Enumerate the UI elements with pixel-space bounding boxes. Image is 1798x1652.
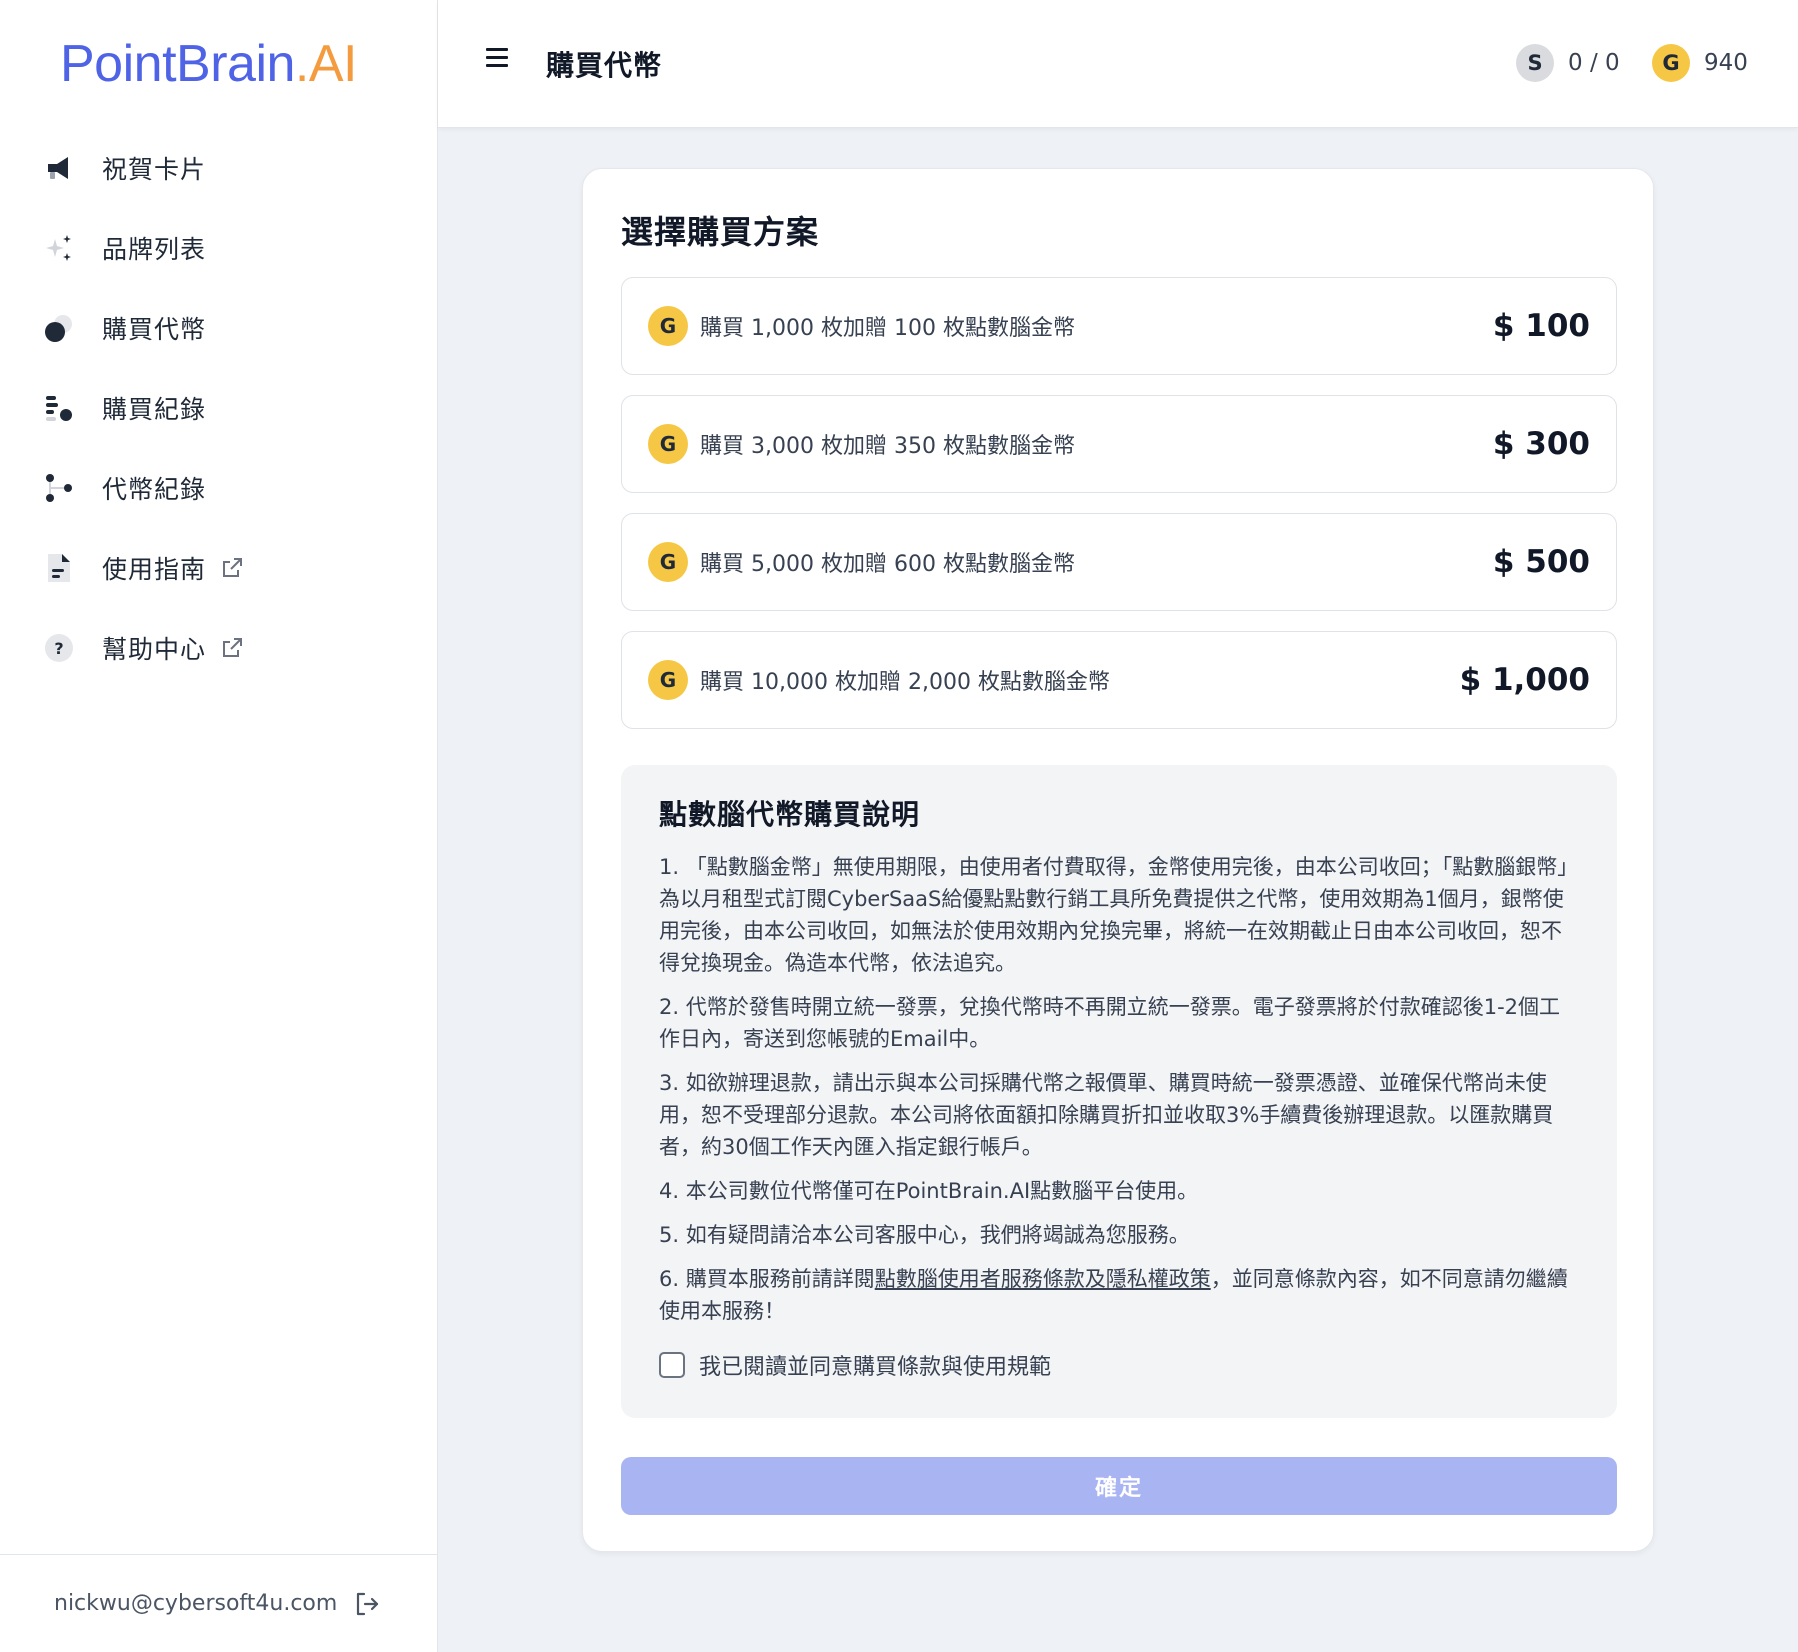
help-icon: ? (42, 631, 76, 665)
plan-price: $ 500 (1492, 544, 1590, 580)
purchase-history-icon (42, 391, 76, 425)
confirm-button[interactable]: 確定 (621, 1457, 1617, 1515)
purchase-terms-panel: 點數腦代幣購買說明 1. 「點數腦金幣」無使用期限，由使用者付費取得，金幣使用完… (621, 765, 1617, 1418)
terms-item: 1. 「點數腦金幣」無使用期限，由使用者付費取得，金幣使用完後，由本公司收回；「… (659, 855, 1579, 975)
plan-label: 購買 1,000 枚加贈 100 枚點數腦金幣 (700, 316, 1075, 341)
plan-option-1000[interactable]: G 購買 1,000 枚加贈 100 枚點數腦金幣 $ 100 (621, 277, 1617, 375)
agree-terms-checkbox[interactable] (659, 1352, 685, 1378)
sidebar-item-brands[interactable]: 品牌列表 (0, 208, 438, 288)
plan-option-10000[interactable]: G 購買 10,000 枚加贈 2,000 枚點數腦金幣 $ 1,000 (621, 631, 1617, 729)
terms-privacy-link[interactable]: 點數腦使用者服務條款及隱私權政策 (875, 1267, 1211, 1291)
sidebar-item-label: 幫助中心 (102, 635, 207, 664)
document-icon (42, 551, 76, 585)
plan-label: 購買 10,000 枚加贈 2,000 枚點數腦金幣 (700, 670, 1110, 695)
terms-item-6-prefix: 6. 購買本服務前請詳閱 (659, 1267, 875, 1291)
silver-balance-value: 0 / 0 (1568, 50, 1620, 76)
terms-item: 3. 如欲辦理退款，請出示與本公司採購代幣之報價單、購買時統一發票憑證、並確保代… (659, 1071, 1554, 1159)
gold-coin-icon: G (648, 424, 688, 464)
sidebar-item-label: 品牌列表 (102, 235, 207, 264)
terms-item: 5. 如有疑問請洽本公司客服中心，我們將竭誠為您服務。 (659, 1223, 1190, 1247)
top-header: 購買代幣 S 0 / 0 G 940 (438, 0, 1798, 128)
gold-balance: G 940 (1652, 44, 1748, 82)
sidebar-item-help-center[interactable]: ? 幫助中心 (0, 608, 438, 688)
sidebar-item-buy-tokens[interactable]: 購買代幣 (0, 288, 438, 368)
sidebar-item-purchase-history[interactable]: 購買紀錄 (0, 368, 438, 448)
sidebar-item-label: 使用指南 (102, 555, 207, 584)
sidebar-footer: nickwu@cybersoft4u.com (0, 1554, 438, 1652)
page-title: 購買代幣 (546, 49, 663, 82)
plan-label: 購買 5,000 枚加贈 600 枚點數腦金幣 (700, 552, 1075, 577)
agree-terms-label: 我已閱讀並同意購買條款與使用規範 (699, 1355, 1052, 1380)
gold-coin-icon: G (1652, 44, 1690, 82)
sidebar: PointBrain.AI 祝賀卡片 品牌列表 購買代幣 購買紀錄 代幣紀錄 使… (0, 0, 438, 1652)
gold-coin-icon: G (648, 660, 688, 700)
plan-list: G 購買 1,000 枚加贈 100 枚點數腦金幣 $ 100 G 購買 3,0… (621, 277, 1617, 749)
sidebar-nav: 祝賀卡片 品牌列表 購買代幣 購買紀錄 代幣紀錄 使用指南 ? 幫助中心 (0, 128, 438, 688)
sidebar-item-label: 購買紀錄 (102, 395, 207, 424)
gold-coin-icon: G (648, 306, 688, 346)
hamburger-menu-icon[interactable] (486, 48, 508, 68)
brand-logo[interactable]: PointBrain.AI (60, 34, 358, 94)
plan-price: $ 300 (1492, 426, 1590, 462)
plan-label: 購買 3,000 枚加贈 350 枚點數腦金幣 (700, 434, 1075, 459)
terms-item: 2. 代幣於發售時開立統一發票，兌換代幣時不再開立統一發票。電子發票將於付款確認… (659, 995, 1561, 1051)
sidebar-item-label: 購買代幣 (102, 315, 207, 344)
silver-balance: S 0 / 0 (1516, 44, 1620, 82)
logout-icon[interactable] (353, 1590, 381, 1618)
gold-balance-value: 940 (1704, 50, 1748, 76)
external-link-icon (220, 636, 244, 660)
plan-option-5000[interactable]: G 購買 5,000 枚加贈 600 枚點數腦金幣 $ 500 (621, 513, 1617, 611)
terms-item: 4. 本公司數位代幣僅可在PointBrain.AI點數腦平台使用。 (659, 1179, 1199, 1203)
logo-main-text: PointBrain (60, 35, 295, 93)
silver-coin-icon: S (1516, 44, 1554, 82)
plan-option-3000[interactable]: G 購買 3,000 枚加贈 350 枚點數腦金幣 $ 300 (621, 395, 1617, 493)
gold-coin-icon: G (648, 542, 688, 582)
purchase-title: 選擇購買方案 (621, 213, 820, 251)
sidebar-item-user-guide[interactable]: 使用指南 (0, 528, 438, 608)
user-email: nickwu@cybersoft4u.com (54, 1591, 338, 1616)
terms-title: 點數腦代幣購買說明 (659, 798, 921, 831)
svg-text:?: ? (54, 639, 63, 658)
external-link-icon (220, 556, 244, 580)
coins-icon (42, 311, 76, 345)
sidebar-item-label: 代幣紀錄 (102, 475, 207, 504)
logo-suffix-text: .AI (294, 35, 358, 93)
megaphone-icon (42, 151, 76, 185)
plan-price: $ 1,000 (1459, 662, 1590, 698)
sidebar-item-token-history[interactable]: 代幣紀錄 (0, 448, 438, 528)
purchase-card: 選擇購買方案 G 購買 1,000 枚加贈 100 枚點數腦金幣 $ 100 G… (582, 168, 1654, 1552)
sparkles-icon (42, 231, 76, 265)
sidebar-item-label: 祝賀卡片 (102, 155, 207, 184)
plan-price: $ 100 (1492, 308, 1590, 344)
terms-item: 6. 購買本服務前請詳閱點數腦使用者服務條款及隱私權政策，並同意條款內容，如不同… (659, 1263, 1579, 1327)
agree-terms-row[interactable]: 我已閱讀並同意購買條款與使用規範 (659, 1349, 1579, 1381)
token-history-icon (42, 471, 76, 505)
sidebar-item-greeting-cards[interactable]: 祝賀卡片 (0, 128, 438, 208)
